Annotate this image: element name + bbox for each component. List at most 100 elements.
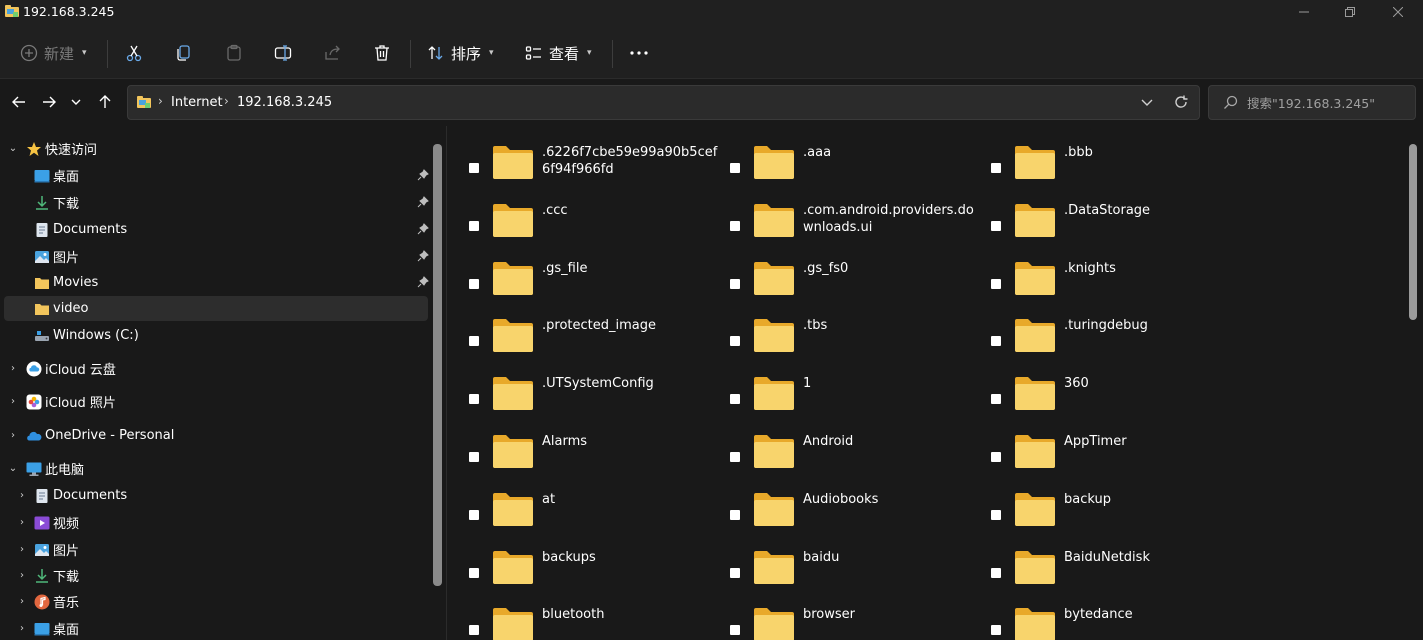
recent-locations-button[interactable]	[65, 92, 87, 114]
nav-pc-pictures[interactable]: › 图片	[4, 537, 428, 562]
chevron-right-icon[interactable]: ›	[16, 544, 28, 555]
select-checkbox[interactable]	[991, 394, 1001, 404]
folder-item[interactable]: .ccc	[469, 198, 729, 248]
folder-item[interactable]: .protected_image	[469, 313, 729, 363]
folder-item[interactable]: .tbs	[730, 313, 990, 363]
forward-button[interactable]	[38, 92, 60, 114]
sidebar-scrollbar[interactable]	[433, 144, 442, 586]
nav-this-pc[interactable]: ⌄ 此电脑	[4, 456, 428, 481]
delete-button[interactable]	[373, 38, 391, 68]
cut-button[interactable]	[125, 38, 143, 68]
folder-item[interactable]: bluetooth	[469, 602, 729, 640]
folder-item[interactable]: 1	[730, 371, 990, 421]
folder-item[interactable]: .UTSystemConfig	[469, 371, 729, 421]
chevron-right-icon[interactable]: ›	[224, 94, 229, 108]
folder-item[interactable]: .DataStorage	[991, 198, 1251, 248]
search-box[interactable]	[1208, 85, 1416, 120]
content-scrollbar[interactable]	[1409, 144, 1417, 320]
select-checkbox[interactable]	[991, 625, 1001, 635]
select-checkbox[interactable]	[469, 163, 479, 173]
nav-pc-downloads[interactable]: › 下载	[4, 563, 428, 588]
folder-item[interactable]: Alarms	[469, 429, 729, 479]
folder-item[interactable]: backups	[469, 545, 729, 595]
select-checkbox[interactable]	[991, 336, 1001, 346]
folder-item[interactable]: 360	[991, 371, 1251, 421]
select-checkbox[interactable]	[730, 568, 740, 578]
chevron-right-icon[interactable]: ›	[16, 570, 28, 581]
nav-item-desktop[interactable]: 桌面	[4, 163, 429, 188]
folder-item[interactable]: Audiobooks	[730, 487, 990, 537]
chevron-right-icon[interactable]: ›	[16, 623, 28, 634]
nav-onedrive[interactable]: › OneDrive - Personal	[4, 423, 428, 448]
view-button[interactable]: 查看 ▾	[525, 38, 592, 68]
select-checkbox[interactable]	[469, 625, 479, 635]
pin-icon[interactable]	[417, 196, 429, 208]
select-checkbox[interactable]	[469, 394, 479, 404]
chevron-down-icon[interactable]: ⌄	[7, 463, 19, 474]
breadcrumb-internet[interactable]: Internet	[171, 95, 223, 110]
select-checkbox[interactable]	[991, 163, 1001, 173]
nav-pc-videos[interactable]: › 视频	[4, 510, 428, 535]
refresh-icon[interactable]	[1173, 94, 1189, 114]
select-checkbox[interactable]	[730, 279, 740, 289]
chevron-right-icon[interactable]: ›	[16, 517, 28, 528]
chevron-down-icon[interactable]	[1140, 95, 1154, 113]
chevron-right-icon[interactable]: ›	[16, 596, 28, 607]
restore-button[interactable]	[1327, 0, 1373, 26]
nav-item-drive-c[interactable]: Windows (C:)	[4, 323, 428, 348]
nav-item-documents[interactable]: Documents	[4, 217, 429, 242]
nav-icloud-photos[interactable]: › iCloud 照片	[4, 389, 428, 414]
up-button[interactable]	[94, 92, 116, 114]
minimize-button[interactable]	[1281, 0, 1327, 26]
share-button[interactable]	[324, 38, 342, 68]
nav-pc-desktop[interactable]: › 桌面	[4, 616, 428, 640]
folder-item[interactable]: .gs_fs0	[730, 256, 990, 306]
select-checkbox[interactable]	[991, 510, 1001, 520]
select-checkbox[interactable]	[469, 452, 479, 462]
folder-item[interactable]: .6226f7cbe59e99a90b5cef6f94f966fd	[469, 140, 729, 190]
chevron-down-icon[interactable]: ⌄	[7, 143, 19, 154]
select-checkbox[interactable]	[730, 221, 740, 231]
select-checkbox[interactable]	[730, 163, 740, 173]
chevron-right-icon[interactable]: ›	[7, 396, 19, 407]
folder-item[interactable]: BaiduNetdisk	[991, 545, 1251, 595]
chevron-right-icon[interactable]: ›	[158, 94, 163, 108]
nav-quick-access[interactable]: ⌄ 快速访问	[4, 136, 428, 161]
select-checkbox[interactable]	[730, 336, 740, 346]
rename-button[interactable]	[274, 38, 292, 68]
nav-pc-music[interactable]: › 音乐	[4, 589, 428, 614]
folder-item[interactable]: .gs_file	[469, 256, 729, 306]
select-checkbox[interactable]	[469, 568, 479, 578]
folder-item[interactable]: Android	[730, 429, 990, 479]
breadcrumb-current[interactable]: 192.168.3.245	[237, 95, 332, 110]
select-checkbox[interactable]	[730, 394, 740, 404]
nav-item-downloads[interactable]: 下载	[4, 190, 429, 215]
back-button[interactable]	[8, 92, 30, 114]
chevron-right-icon[interactable]: ›	[7, 430, 19, 441]
select-checkbox[interactable]	[469, 336, 479, 346]
nav-icloud-drive[interactable]: › iCloud 云盘	[4, 356, 428, 381]
select-checkbox[interactable]	[991, 279, 1001, 289]
select-checkbox[interactable]	[469, 279, 479, 289]
pin-icon[interactable]	[417, 169, 429, 181]
folder-item[interactable]: baidu	[730, 545, 990, 595]
new-button[interactable]: 新建 ▾	[20, 38, 87, 68]
select-checkbox[interactable]	[991, 568, 1001, 578]
chevron-right-icon[interactable]: ›	[16, 490, 28, 501]
folder-item[interactable]: .turingdebug	[991, 313, 1251, 363]
nav-pc-documents[interactable]: › Documents	[4, 483, 428, 508]
folder-item[interactable]: browser	[730, 602, 990, 640]
paste-button[interactable]	[225, 38, 243, 68]
folder-item[interactable]: .aaa	[730, 140, 990, 190]
select-checkbox[interactable]	[730, 625, 740, 635]
folder-item[interactable]: bytedance	[991, 602, 1251, 640]
search-input[interactable]	[1247, 94, 1412, 112]
folder-item[interactable]: AppTimer	[991, 429, 1251, 479]
folder-item[interactable]: at	[469, 487, 729, 537]
sort-button[interactable]: 排序 ▾	[427, 38, 494, 68]
copy-button[interactable]	[175, 38, 193, 68]
nav-item-video[interactable]: video	[4, 296, 428, 321]
nav-item-pictures[interactable]: 图片	[4, 244, 429, 269]
select-checkbox[interactable]	[469, 510, 479, 520]
folder-item[interactable]: .bbb	[991, 140, 1251, 190]
